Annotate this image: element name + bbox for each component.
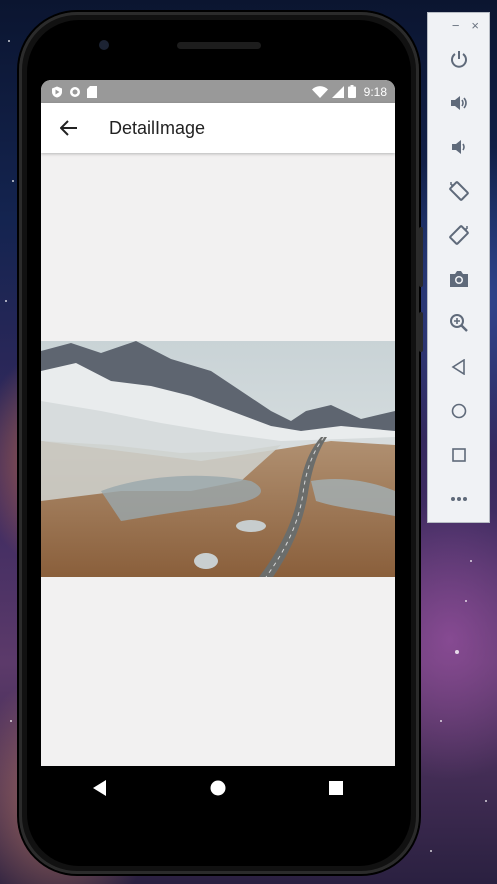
toolbar-home-button[interactable] xyxy=(428,393,489,429)
app-bar: DetailImage xyxy=(41,103,395,153)
front-camera xyxy=(99,40,109,50)
emulator-toolbar: − × xyxy=(427,12,490,523)
back-icon xyxy=(451,359,465,375)
arrow-left-icon xyxy=(60,120,77,136)
zoom-icon xyxy=(449,314,468,332)
home-circle-icon xyxy=(210,780,226,796)
wifi-icon xyxy=(311,85,328,98)
rotate-right-button[interactable] xyxy=(428,217,489,253)
rotate-right-icon xyxy=(448,225,469,245)
signal-icon xyxy=(331,85,344,98)
home-icon xyxy=(451,403,466,419)
circle-icon xyxy=(70,86,80,97)
volume-down-button[interactable] xyxy=(428,129,489,165)
nav-recents-button[interactable] xyxy=(314,766,358,810)
earpiece-speaker xyxy=(177,42,261,49)
sd-card-icon xyxy=(87,85,97,98)
volume-down-icon xyxy=(451,140,465,154)
camera-icon xyxy=(449,271,468,287)
screenshot-button[interactable] xyxy=(428,261,489,297)
power-key xyxy=(419,312,423,352)
android-nav-bar xyxy=(41,766,395,810)
nav-back-button[interactable] xyxy=(78,766,122,810)
recents-square-icon xyxy=(329,781,343,795)
page-title: DetailImage xyxy=(109,117,206,138)
power-icon xyxy=(450,51,467,68)
status-bar: 9:18 xyxy=(41,80,395,103)
more-button[interactable] xyxy=(428,481,489,517)
volume-up-button[interactable] xyxy=(428,85,489,121)
volume-up-icon xyxy=(450,96,467,110)
rotate-left-button[interactable] xyxy=(428,173,489,209)
detail-image xyxy=(41,341,395,577)
back-button[interactable] xyxy=(47,106,91,150)
battery-icon xyxy=(347,85,356,98)
back-triangle-icon xyxy=(93,780,106,796)
status-time: 9:18 xyxy=(363,84,387,99)
nav-home-button[interactable] xyxy=(196,766,240,810)
phone-screen: 9:18 DetailImage xyxy=(41,80,395,766)
more-icon xyxy=(450,497,467,501)
overview-icon xyxy=(451,448,466,462)
rotate-left-icon xyxy=(448,181,469,201)
zoom-button[interactable] xyxy=(428,305,489,341)
power-button[interactable] xyxy=(428,41,489,77)
toolbar-back-button[interactable] xyxy=(428,349,489,385)
volume-rocker xyxy=(419,227,423,287)
close-button[interactable]: × xyxy=(471,18,479,33)
minimize-button[interactable]: − xyxy=(452,18,460,33)
toolbar-overview-button[interactable] xyxy=(428,437,489,473)
play-protect-icon xyxy=(52,86,62,97)
